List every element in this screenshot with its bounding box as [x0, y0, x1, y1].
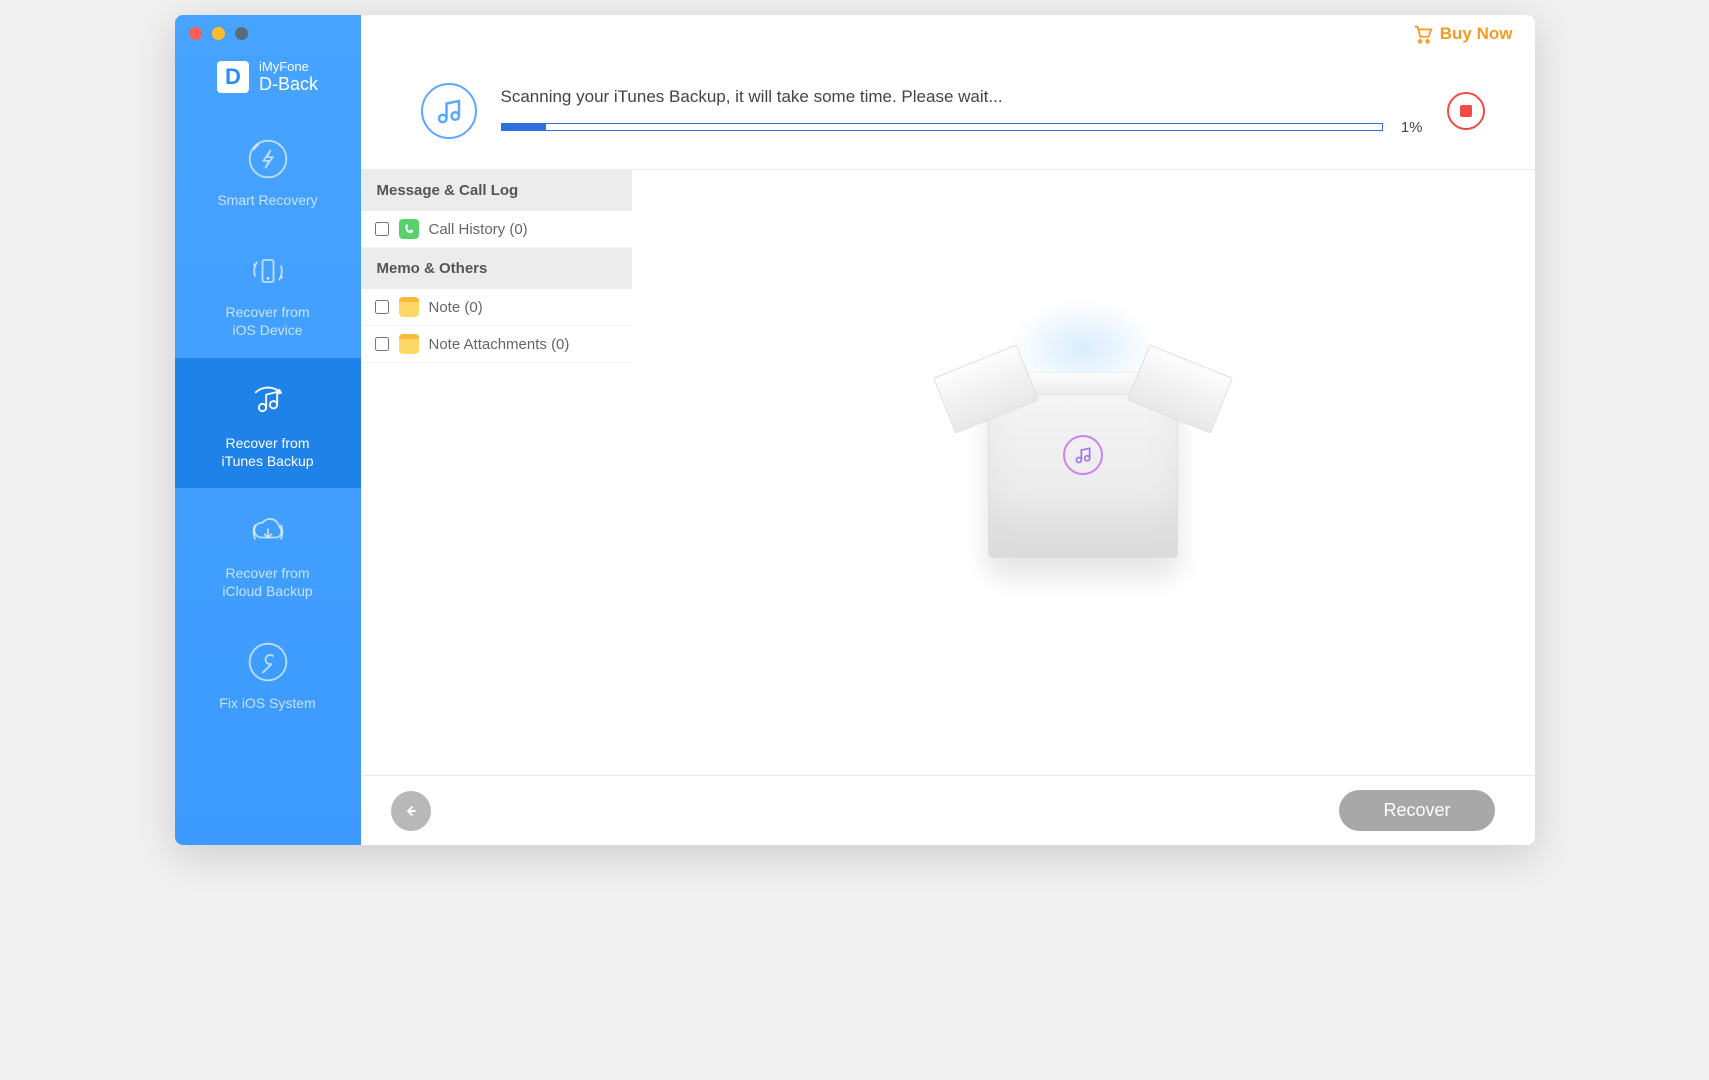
category-panel: Message & Call Log Call History (0) Memo…	[361, 170, 632, 775]
brand: D iMyFone D-Back	[217, 31, 318, 115]
empty-box-illustration	[943, 388, 1223, 558]
note-icon	[399, 297, 419, 317]
buy-now-label: Buy Now	[1440, 24, 1513, 44]
category-label: Note (0)	[429, 299, 483, 316]
progress-bar	[501, 123, 1383, 131]
category-row-note-attachments[interactable]: Note Attachments (0)	[361, 326, 632, 363]
sidebar-item-recover-itunes-backup[interactable]: Recover from iTunes Backup	[175, 358, 361, 488]
maximize-window-button[interactable]	[235, 27, 248, 40]
stop-button[interactable]	[1447, 92, 1485, 130]
checkbox-call-history[interactable]	[375, 222, 389, 236]
brand-logo: D	[217, 61, 249, 93]
sidebar-item-label: Smart Recovery	[217, 191, 317, 209]
sidebar-item-fix-ios-system[interactable]: Fix iOS System	[175, 618, 361, 730]
category-row-call-history[interactable]: Call History (0)	[361, 211, 632, 248]
buy-now-button[interactable]: Buy Now	[1412, 23, 1513, 45]
nav: Smart Recovery Recover from iOS Device	[175, 115, 361, 731]
progress-area: Scanning your iTunes Backup, it will tak…	[361, 53, 1535, 170]
progress-percent: 1%	[1401, 119, 1423, 136]
stop-icon	[1460, 105, 1472, 117]
cart-icon	[1412, 23, 1434, 45]
music-refresh-icon	[246, 380, 290, 424]
back-button[interactable]	[391, 791, 431, 831]
category-label: Call History (0)	[429, 221, 528, 238]
itunes-icon	[421, 83, 477, 139]
sidebar-item-recover-ios-device[interactable]: Recover from iOS Device	[175, 227, 361, 357]
minimize-window-button[interactable]	[212, 27, 225, 40]
brand-line1: iMyFone	[259, 59, 318, 74]
category-header-message-call: Message & Call Log	[361, 170, 632, 211]
progress-center: Scanning your iTunes Backup, it will tak…	[501, 87, 1423, 136]
sidebar-item-smart-recovery[interactable]: Smart Recovery	[175, 115, 361, 227]
note-attachment-icon	[399, 334, 419, 354]
progress-message: Scanning your iTunes Backup, it will tak…	[501, 87, 1423, 107]
sidebar-item-label: Recover from iOS Device	[225, 303, 309, 339]
preview-area	[632, 170, 1535, 775]
footer: Recover	[361, 775, 1535, 845]
recover-button[interactable]: Recover	[1339, 790, 1494, 831]
sidebar-item-label: Recover from iCloud Backup	[222, 564, 312, 600]
sidebar: D iMyFone D-Back Smart Recovery	[175, 15, 361, 845]
app-window: D iMyFone D-Back Smart Recovery	[175, 15, 1535, 845]
main-area: Buy Now Scanning your iTunes Backup, it …	[361, 15, 1535, 845]
recover-label: Recover	[1383, 800, 1450, 820]
lightning-icon	[246, 137, 290, 181]
cloud-download-icon	[246, 510, 290, 554]
arrow-left-icon	[402, 802, 420, 820]
topbar: Buy Now	[361, 15, 1535, 53]
checkbox-note-attachments[interactable]	[375, 337, 389, 351]
music-disc-icon	[1063, 435, 1103, 475]
wrench-icon	[246, 640, 290, 684]
category-row-note[interactable]: Note (0)	[361, 289, 632, 326]
brand-text: iMyFone D-Back	[259, 59, 318, 95]
category-label: Note Attachments (0)	[429, 336, 570, 353]
window-controls	[189, 27, 248, 40]
category-header-memo-others: Memo & Others	[361, 248, 632, 289]
checkbox-note[interactable]	[375, 300, 389, 314]
sidebar-item-label: Fix iOS System	[219, 694, 315, 712]
progress-fill	[502, 124, 546, 130]
content: Message & Call Log Call History (0) Memo…	[361, 170, 1535, 775]
sidebar-item-recover-icloud-backup[interactable]: Recover from iCloud Backup	[175, 488, 361, 618]
brand-line2: D-Back	[259, 74, 318, 95]
phone-refresh-icon	[246, 249, 290, 293]
phone-icon	[399, 219, 419, 239]
sidebar-item-label: Recover from iTunes Backup	[221, 434, 313, 470]
close-window-button[interactable]	[189, 27, 202, 40]
